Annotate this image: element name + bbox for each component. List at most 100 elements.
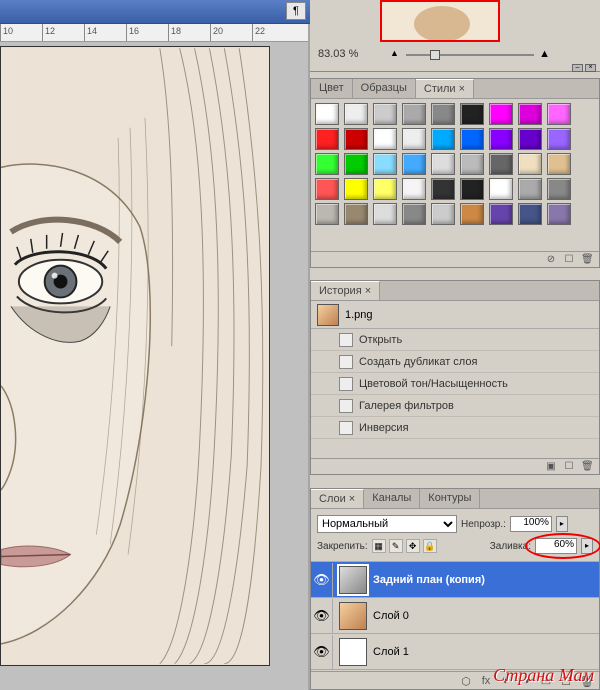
tab-history[interactable]: История × [311, 281, 380, 300]
style-swatch[interactable] [402, 128, 426, 150]
style-swatch[interactable] [315, 103, 339, 125]
opacity-arrow[interactable]: ▸ [556, 516, 568, 532]
style-swatch[interactable] [518, 153, 542, 175]
style-swatch[interactable] [547, 203, 571, 225]
style-swatch[interactable] [373, 128, 397, 150]
style-swatch[interactable] [431, 128, 455, 150]
style-swatch[interactable] [460, 203, 484, 225]
navigator-thumbnail[interactable] [380, 0, 500, 42]
style-swatch[interactable] [344, 203, 368, 225]
no-style-icon[interactable]: ⊘ [545, 254, 557, 266]
paragraph-toggle-button[interactable]: ¶ [286, 2, 306, 20]
layer-thumbnail[interactable] [339, 566, 367, 594]
tab-channels[interactable]: Каналы [364, 489, 420, 508]
layer-row[interactable]: 👁 Задний план (копия) [311, 562, 599, 598]
layer-name[interactable]: Слой 0 [373, 610, 409, 622]
style-swatch[interactable] [489, 103, 513, 125]
layer-thumbnail[interactable] [339, 602, 367, 630]
opacity-input[interactable]: 100% [510, 516, 552, 532]
lock-all-icon[interactable]: 🔒 [423, 539, 437, 553]
style-swatch[interactable] [402, 203, 426, 225]
slider-thumb[interactable] [430, 50, 440, 60]
layer-name[interactable]: Задний план (копия) [373, 574, 485, 586]
style-swatch[interactable] [373, 103, 397, 125]
style-swatch[interactable] [518, 103, 542, 125]
style-swatch[interactable] [489, 128, 513, 150]
layer-name[interactable]: Слой 1 [373, 646, 409, 658]
panel-close-button[interactable]: × [585, 64, 596, 72]
style-swatch[interactable] [373, 153, 397, 175]
style-swatch[interactable] [547, 103, 571, 125]
layer-list: 👁 Задний план (копия) 👁 Слой 0 👁 Слой 1 [311, 562, 599, 670]
history-snapshot-row[interactable]: 1.png [311, 301, 599, 329]
lock-transparency-icon[interactable]: ▦ [372, 539, 386, 553]
lock-position-icon[interactable]: ✥ [406, 539, 420, 553]
style-swatch[interactable] [489, 153, 513, 175]
visibility-toggle[interactable]: 👁 [311, 599, 333, 633]
style-swatch[interactable] [460, 103, 484, 125]
create-document-icon[interactable]: ▣ [545, 461, 557, 473]
new-snapshot-icon[interactable]: ☐ [563, 461, 575, 473]
style-swatch[interactable] [547, 153, 571, 175]
zoom-out-icon[interactable]: ▲ [390, 48, 399, 58]
style-swatch[interactable] [518, 128, 542, 150]
fill-arrow[interactable]: ▸ [581, 538, 593, 554]
layers-tabs: Слои × Каналы Контуры [311, 489, 599, 509]
tab-styles[interactable]: Стили × [416, 79, 474, 98]
tab-color[interactable]: Цвет [311, 79, 353, 98]
style-swatch[interactable] [315, 178, 339, 200]
style-swatch[interactable] [402, 178, 426, 200]
layer-row[interactable]: 👁 Слой 0 [311, 598, 599, 634]
style-swatch[interactable] [431, 153, 455, 175]
style-swatch[interactable] [344, 103, 368, 125]
blend-mode-select[interactable]: Нормальный [317, 515, 457, 533]
style-swatch[interactable] [344, 128, 368, 150]
lock-pixels-icon[interactable]: ✎ [389, 539, 403, 553]
zoom-level[interactable]: 83.03 % [318, 48, 358, 60]
layer-thumbnail[interactable] [339, 638, 367, 666]
style-swatch[interactable] [460, 128, 484, 150]
style-swatch[interactable] [315, 153, 339, 175]
style-swatch[interactable] [402, 103, 426, 125]
history-item[interactable]: Галерея фильтров [311, 395, 599, 417]
style-swatch[interactable] [518, 203, 542, 225]
zoom-slider[interactable]: ▲ ▲ [390, 48, 550, 62]
tab-swatches[interactable]: Образцы [353, 79, 416, 98]
ruler-mark: 22 [252, 24, 294, 41]
style-swatch[interactable] [431, 103, 455, 125]
style-swatch[interactable] [315, 203, 339, 225]
visibility-toggle[interactable]: 👁 [311, 635, 333, 669]
layer-fx-icon[interactable]: fx [479, 674, 493, 688]
zoom-in-icon[interactable]: ▲ [539, 48, 550, 60]
history-item[interactable]: Создать дубликат слоя [311, 351, 599, 373]
panel-minimize-button[interactable]: – [572, 64, 583, 72]
style-swatch[interactable] [547, 178, 571, 200]
fill-input[interactable]: 60% [535, 538, 577, 554]
style-swatch[interactable] [402, 153, 426, 175]
history-item[interactable]: Цветовой тон/Насыщенность [311, 373, 599, 395]
new-style-icon[interactable]: ☐ [563, 254, 575, 266]
style-swatch[interactable] [344, 153, 368, 175]
tab-layers[interactable]: Слои × [311, 489, 364, 508]
style-swatch[interactable] [373, 203, 397, 225]
link-layers-icon[interactable]: ⬡ [459, 674, 473, 688]
delete-style-icon[interactable]: 🗑 [581, 254, 593, 266]
visibility-toggle[interactable]: 👁 [311, 563, 333, 597]
style-swatch[interactable] [547, 128, 571, 150]
style-swatch[interactable] [431, 203, 455, 225]
history-item[interactable]: Инверсия [311, 417, 599, 439]
style-swatch[interactable] [489, 178, 513, 200]
style-swatch[interactable] [344, 178, 368, 200]
style-swatch[interactable] [431, 178, 455, 200]
style-swatch[interactable] [460, 153, 484, 175]
style-swatch[interactable] [460, 178, 484, 200]
style-swatch[interactable] [315, 128, 339, 150]
tab-paths[interactable]: Контуры [420, 489, 480, 508]
history-item[interactable]: Открыть [311, 329, 599, 351]
tab-layers-label: Слои [319, 493, 346, 505]
document-canvas[interactable] [0, 46, 270, 666]
style-swatch[interactable] [373, 178, 397, 200]
style-swatch[interactable] [489, 203, 513, 225]
style-swatch[interactable] [518, 178, 542, 200]
delete-state-icon[interactable]: 🗑 [581, 461, 593, 473]
